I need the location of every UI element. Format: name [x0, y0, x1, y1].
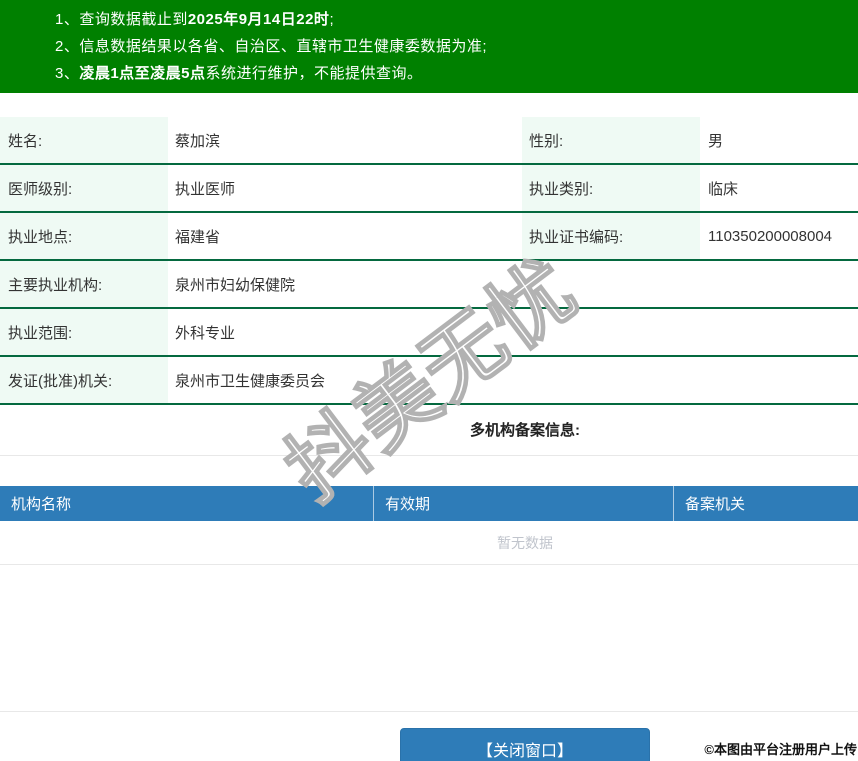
- multi-institution-section-title: 多机构备案信息:: [0, 405, 858, 456]
- certificate-number-label: 执业证书编码:: [522, 213, 700, 259]
- column-header-filing-authority: 备案机关: [673, 486, 858, 521]
- issuing-authority-value: 泉州市卫生健康委员会: [175, 372, 326, 390]
- gender-value: 男: [708, 132, 724, 150]
- practice-category-label: 执业类别:: [522, 165, 700, 211]
- column-header-validity-period: 有效期: [373, 486, 673, 521]
- notice-line-1: 1、查询数据截止到2025年9月14日22时;: [55, 6, 858, 33]
- issuing-authority-label: 发证(批准)机关:: [0, 357, 168, 403]
- uploader-credit-text: ©本图由平台注册用户上传: [704, 742, 857, 757]
- doctor-info-table: 姓名: 蔡加滨 性别: 男 医师级别: 执业医师 执业类别: 临床 执业地点: …: [0, 117, 858, 405]
- practice-scope-value: 外科专业: [175, 324, 236, 342]
- notice-banner: 1、查询数据截止到2025年9月14日22时; 2、信息数据结果以各省、自治区、…: [0, 0, 858, 93]
- notice-line-3-text: 3、: [55, 65, 80, 82]
- records-table-header: 机构名称 有效期 备案机关: [0, 486, 858, 521]
- name-label: 姓名:: [0, 117, 168, 163]
- notice-line-3-bold: 凌晨1点至凌晨5点: [79, 65, 206, 82]
- practice-location-label: 执业地点:: [0, 213, 168, 259]
- gender-label: 性别:: [522, 117, 700, 163]
- page-inner: 1、查询数据截止到2025年9月14日22时; 2、信息数据结果以各省、自治区、…: [0, 0, 858, 761]
- notice-line-2: 2、信息数据结果以各省、自治区、直辖市卫生健康委数据为准;: [55, 38, 488, 55]
- license-query-result-page: 1、查询数据截止到2025年9月14日22时; 2、信息数据结果以各省、自治区、…: [0, 0, 858, 761]
- table-row-issuing-authority: 发证(批准)机关: 泉州市卫生健康委员会: [0, 357, 858, 405]
- doctor-level-label: 医师级别:: [0, 165, 168, 211]
- notice-line-1-text: 1、查询数据截止到: [55, 11, 188, 28]
- notice-line-1-suffix: ;: [329, 11, 335, 28]
- notice-line-3: 3、凌晨1点至凌晨5点系统进行维护，不能提供查询。: [55, 60, 858, 87]
- doctor-level-value: 执业医师: [175, 180, 236, 198]
- practice-category-value: 临床: [708, 180, 739, 198]
- practice-location-value: 福建省: [175, 228, 221, 246]
- empty-state-text: 暂无数据: [0, 521, 858, 565]
- name-value: 蔡加滨: [175, 132, 221, 150]
- main-institution-value: 泉州市妇幼保健院: [175, 276, 296, 294]
- table-row-main-institution: 主要执业机构: 泉州市妇幼保健院: [0, 261, 858, 309]
- close-window-button[interactable]: 【关闭窗口】: [400, 728, 650, 761]
- table-row-location-certno: 执业地点: 福建省 执业证书编码: 110350200008004: [0, 213, 858, 261]
- table-row-level-category: 医师级别: 执业医师 执业类别: 临床: [0, 165, 858, 213]
- column-header-institution-name: 机构名称: [11, 496, 72, 513]
- notice-line-3-suffix: 系统进行维护，不能提供查询。: [205, 65, 423, 82]
- practice-scope-label: 执业范围:: [0, 309, 168, 355]
- blank-spacer: [0, 565, 858, 711]
- notice-line-1-bold: 2025年9月14日22时: [187, 11, 330, 28]
- table-row-name-gender: 姓名: 蔡加滨 性别: 男: [0, 117, 858, 165]
- main-institution-label: 主要执业机构:: [0, 261, 168, 307]
- certificate-number-value: 110350200008004: [708, 227, 833, 245]
- table-row-practice-scope: 执业范围: 外科专业: [0, 309, 858, 357]
